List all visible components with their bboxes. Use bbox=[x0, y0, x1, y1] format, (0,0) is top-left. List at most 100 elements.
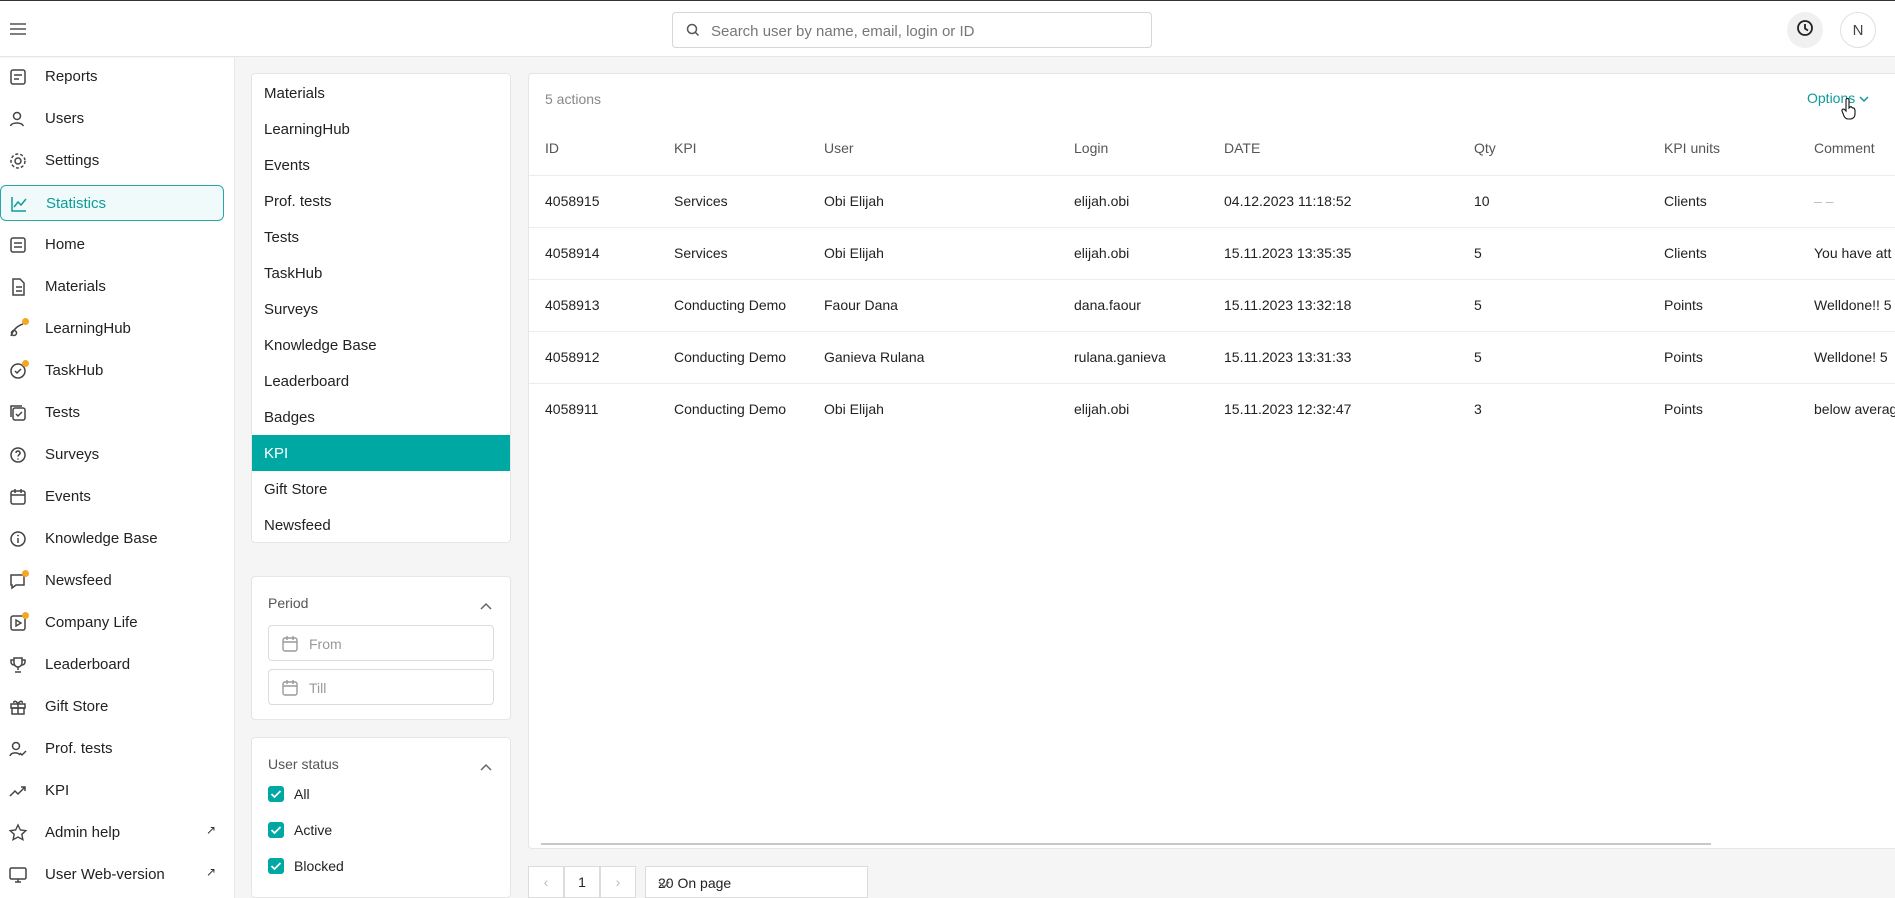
cell-user: Faour Dana bbox=[824, 297, 898, 313]
sidebar-item-events[interactable]: Events bbox=[0, 479, 224, 515]
chevron-up-icon[interactable] bbox=[480, 758, 492, 776]
category-item-knowledge-base[interactable]: Knowledge Base bbox=[252, 327, 510, 363]
table-row[interactable]: 4058912 Conducting Demo Ganieva Rulana r… bbox=[529, 331, 1895, 383]
sidebar: Reports Users Settings Statistics Home M… bbox=[0, 58, 235, 898]
sidebar-item-tests[interactable]: Tests bbox=[0, 395, 224, 431]
page-number[interactable]: 1 bbox=[564, 866, 600, 898]
sidebar-item-label: User Web-version bbox=[45, 866, 165, 883]
category-item-materials[interactable]: Materials bbox=[252, 75, 510, 111]
category-item-leaderboard[interactable]: Leaderboard bbox=[252, 363, 510, 399]
sidebar-item-surveys[interactable]: Surveys bbox=[0, 437, 224, 473]
horizontal-scrollbar[interactable] bbox=[541, 843, 1711, 845]
search-input[interactable] bbox=[711, 20, 1141, 42]
external-link-icon: ↗ bbox=[205, 865, 216, 879]
survey-icon bbox=[8, 445, 28, 465]
sidebar-item-knowledge-base[interactable]: Knowledge Base bbox=[0, 521, 224, 557]
date-from-field bbox=[268, 625, 494, 661]
sidebar-item-kpi[interactable]: KPI bbox=[0, 773, 224, 809]
category-label: Gift Store bbox=[264, 481, 328, 498]
search-icon bbox=[685, 22, 701, 43]
sidebar-item-label: Tests bbox=[45, 404, 81, 421]
calendar-icon bbox=[8, 487, 28, 507]
column-header-comment[interactable]: Comment bbox=[1814, 140, 1875, 156]
cell-id: 4058913 bbox=[545, 297, 600, 313]
checkbox-checked[interactable] bbox=[268, 786, 284, 802]
category-item-badges[interactable]: Badges bbox=[252, 399, 510, 435]
menu-icon[interactable] bbox=[8, 19, 28, 39]
table-row[interactable]: 4058914 Services Obi Elijah elijah.obi 1… bbox=[529, 227, 1895, 279]
sidebar-item-label: Company Life bbox=[45, 614, 138, 631]
category-label: Surveys bbox=[264, 301, 319, 318]
cell-id: 4058914 bbox=[545, 245, 600, 261]
sidebar-item-reports[interactable]: Reports bbox=[0, 59, 224, 95]
taskhub-icon bbox=[8, 360, 29, 381]
column-header-id[interactable]: ID bbox=[545, 140, 559, 156]
table-row[interactable]: 4058913 Conducting Demo Faour Dana dana.… bbox=[529, 279, 1895, 331]
sidebar-item-label: Settings bbox=[45, 152, 100, 169]
date-till-input[interactable] bbox=[309, 678, 479, 698]
sidebar-item-admin-help[interactable]: Admin help ↗ bbox=[0, 815, 224, 851]
category-item-taskhub[interactable]: TaskHub bbox=[252, 255, 510, 291]
chevron-up-icon[interactable] bbox=[480, 597, 492, 615]
sidebar-item-company-life[interactable]: Company Life bbox=[0, 605, 224, 641]
page-number-label: 1 bbox=[578, 874, 586, 890]
column-header-login[interactable]: Login bbox=[1074, 140, 1108, 156]
page-size-select[interactable]: 20 On page bbox=[645, 866, 868, 898]
sidebar-item-users[interactable]: Users bbox=[0, 101, 224, 137]
category-label: LearningHub bbox=[264, 121, 350, 138]
category-item-newsfeed[interactable]: Newsfeed bbox=[252, 507, 510, 543]
category-item-kpi[interactable]: KPI bbox=[252, 435, 510, 471]
chart-line-icon bbox=[9, 194, 29, 214]
sidebar-item-learninghub[interactable]: LearningHub bbox=[0, 311, 224, 347]
category-item-tests[interactable]: Tests bbox=[252, 219, 510, 255]
cell-login: elijah.obi bbox=[1074, 193, 1130, 209]
checkbox-checked[interactable] bbox=[268, 822, 284, 838]
sidebar-item-gift-store[interactable]: Gift Store bbox=[0, 689, 224, 725]
history-button[interactable] bbox=[1787, 12, 1823, 48]
table-row[interactable]: 4058915 Services Obi Elijah elijah.obi 0… bbox=[529, 175, 1895, 227]
category-item-gift-store[interactable]: Gift Store bbox=[252, 471, 510, 507]
sidebar-item-label: Materials bbox=[45, 278, 106, 295]
category-label: TaskHub bbox=[264, 265, 323, 282]
cell-kpi-units: Points bbox=[1664, 349, 1703, 365]
column-header-qty[interactable]: Qty bbox=[1474, 140, 1496, 156]
cell-kpi-units: Points bbox=[1664, 401, 1703, 417]
cell-date: 04.12.2023 11:18:52 bbox=[1224, 193, 1352, 209]
category-item-learninghub[interactable]: LearningHub bbox=[252, 111, 510, 147]
cell-kpi-units: Clients bbox=[1664, 193, 1707, 209]
cell-kpi: Conducting Demo bbox=[674, 297, 787, 313]
cell-id: 4058912 bbox=[545, 349, 600, 365]
sidebar-item-label: Events bbox=[45, 488, 91, 505]
sidebar-item-settings[interactable]: Settings bbox=[0, 143, 224, 179]
sidebar-item-user-web-version[interactable]: User Web-version ↗ bbox=[0, 857, 224, 893]
next-page-button[interactable]: › bbox=[600, 866, 636, 898]
sidebar-item-prof-tests[interactable]: Prof. tests bbox=[0, 731, 224, 767]
sidebar-item-home[interactable]: Home bbox=[0, 227, 224, 263]
column-header-kpi-units[interactable]: KPI units bbox=[1664, 140, 1720, 156]
column-header-date[interactable]: DATE bbox=[1224, 140, 1260, 156]
sidebar-item-materials[interactable]: Materials bbox=[0, 269, 224, 305]
date-from-input[interactable] bbox=[309, 634, 479, 654]
sidebar-item-label: Gift Store bbox=[45, 698, 109, 715]
clock-history-icon bbox=[1795, 18, 1815, 43]
table-row[interactable]: 4058911 Conducting Demo Obi Elijah elija… bbox=[529, 383, 1895, 435]
cell-qty: 5 bbox=[1474, 349, 1482, 365]
column-header-user[interactable]: User bbox=[824, 140, 854, 156]
category-item-surveys[interactable]: Surveys bbox=[252, 291, 510, 327]
sidebar-item-label: Users bbox=[45, 110, 85, 127]
avatar[interactable]: N bbox=[1840, 12, 1876, 48]
category-item-prof-tests[interactable]: Prof. tests bbox=[252, 183, 510, 219]
sidebar-item-statistics[interactable]: Statistics bbox=[0, 185, 224, 221]
sidebar-item-leaderboard[interactable]: Leaderboard bbox=[0, 647, 224, 683]
prev-page-button[interactable]: ‹ bbox=[528, 866, 564, 898]
notification-dot bbox=[22, 360, 29, 367]
actions-count: 5 actions bbox=[545, 91, 602, 107]
sidebar-item-newsfeed[interactable]: Newsfeed bbox=[0, 563, 224, 599]
options-button[interactable]: Options bbox=[1807, 90, 1869, 106]
search-box bbox=[672, 12, 1152, 48]
checkbox-checked[interactable] bbox=[268, 858, 284, 874]
column-header-kpi[interactable]: KPI bbox=[674, 140, 697, 156]
user-status-filter: User status All Active Blocked bbox=[251, 737, 511, 898]
sidebar-item-taskhub[interactable]: TaskHub bbox=[0, 353, 224, 389]
category-item-events[interactable]: Events bbox=[252, 147, 510, 183]
